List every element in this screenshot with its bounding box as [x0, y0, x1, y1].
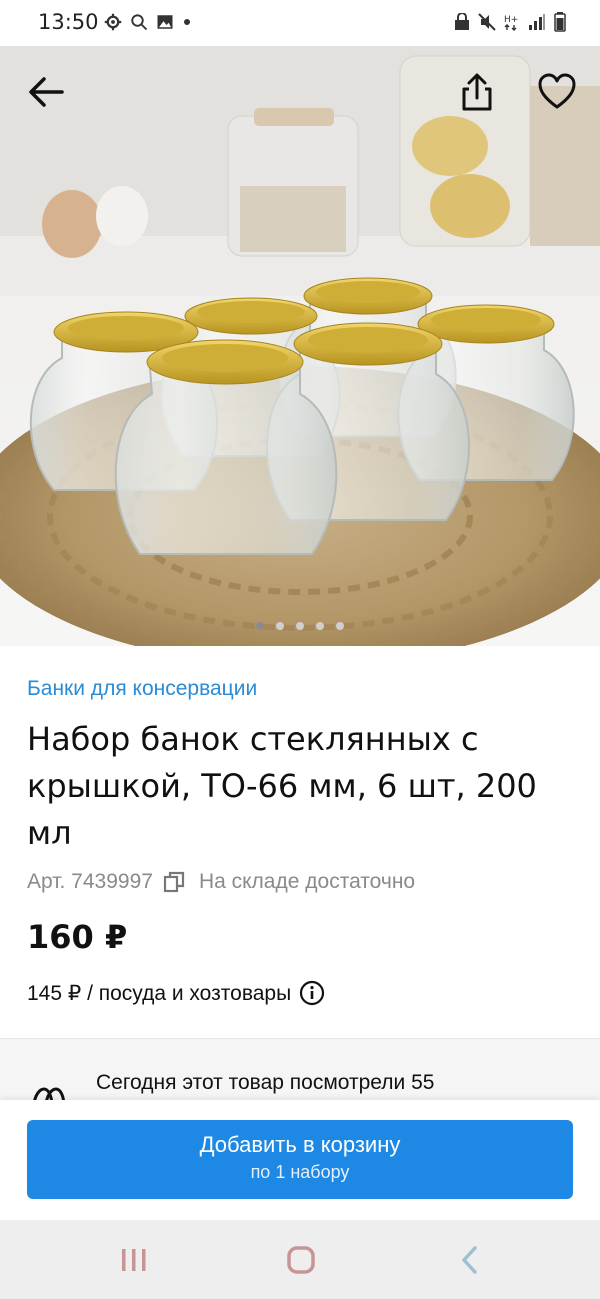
dot-icon: [184, 19, 190, 25]
back-nav-button[interactable]: [440, 1240, 500, 1280]
carousel-dot[interactable]: [336, 622, 344, 630]
android-nav-bar: [0, 1220, 600, 1299]
recent-apps-icon: [122, 1249, 146, 1271]
home-icon: [287, 1246, 315, 1274]
views-notice: Сегодня этот товар посмотрели 55: [0, 1038, 600, 1109]
lock-icon: [455, 13, 469, 30]
product-photo: [0, 46, 600, 646]
status-icons-right: H+: [454, 12, 566, 32]
status-bar: 13:50 H+: [0, 0, 600, 46]
product-price: 160 ₽: [27, 918, 128, 956]
status-icons-left: [104, 13, 192, 31]
share-button[interactable]: [453, 68, 501, 116]
battery-icon: [554, 12, 566, 32]
views-text: Сегодня этот товар посмотрели 55: [96, 1071, 435, 1094]
heart-icon: [538, 73, 576, 109]
info-icon: [300, 980, 325, 1006]
carousel-dot[interactable]: [316, 622, 324, 630]
hplus-icon: H+: [504, 15, 518, 31]
recent-apps-button[interactable]: [104, 1240, 164, 1280]
price-category: 145 ₽ / посуда и хозтовары: [27, 980, 325, 1006]
product-meta: Арт. 7439997 На складе достаточно: [27, 870, 415, 894]
article-number: Арт. 7439997: [27, 870, 153, 893]
carousel-dot[interactable]: [256, 622, 264, 630]
chevron-left-icon: [462, 1246, 477, 1274]
category-link[interactable]: Банки для консервации: [27, 677, 257, 701]
product-image-carousel[interactable]: [0, 46, 600, 646]
search-icon: [131, 14, 148, 31]
image-icon: [157, 15, 173, 29]
carousel-dot[interactable]: [296, 622, 304, 630]
info-button[interactable]: [299, 980, 325, 1006]
home-button[interactable]: [271, 1240, 331, 1280]
add-to-cart-label: Добавить в корзину: [199, 1132, 401, 1157]
svg-text:H+: H+: [504, 15, 518, 25]
status-time: 13:50: [38, 10, 99, 34]
back-button[interactable]: [22, 68, 70, 116]
gear-icon: [104, 13, 122, 31]
product-title: Набор банок стеклянных с крышкой, ТО-66 …: [27, 720, 537, 852]
share-icon: [462, 73, 492, 111]
signal-icon: [529, 14, 545, 30]
add-to-cart-button[interactable]: Добавить в корзину по 1 набору: [27, 1120, 573, 1199]
price-category-text: 145 ₽ / посуда и хозтовары: [27, 981, 292, 1005]
copy-article-button[interactable]: [163, 871, 185, 893]
copy-icon: [163, 871, 185, 893]
mute-icon: [478, 13, 496, 31]
favorite-button[interactable]: [533, 68, 581, 116]
carousel-dot[interactable]: [276, 622, 284, 630]
bottom-action-panel: Добавить в корзину по 1 набору: [0, 1100, 600, 1220]
add-to-cart-sublabel: по 1 набору: [250, 1162, 350, 1182]
arrow-left-icon: [29, 77, 64, 107]
carousel-indicator: [0, 622, 600, 630]
stock-status: На складе достаточно: [198, 870, 416, 893]
